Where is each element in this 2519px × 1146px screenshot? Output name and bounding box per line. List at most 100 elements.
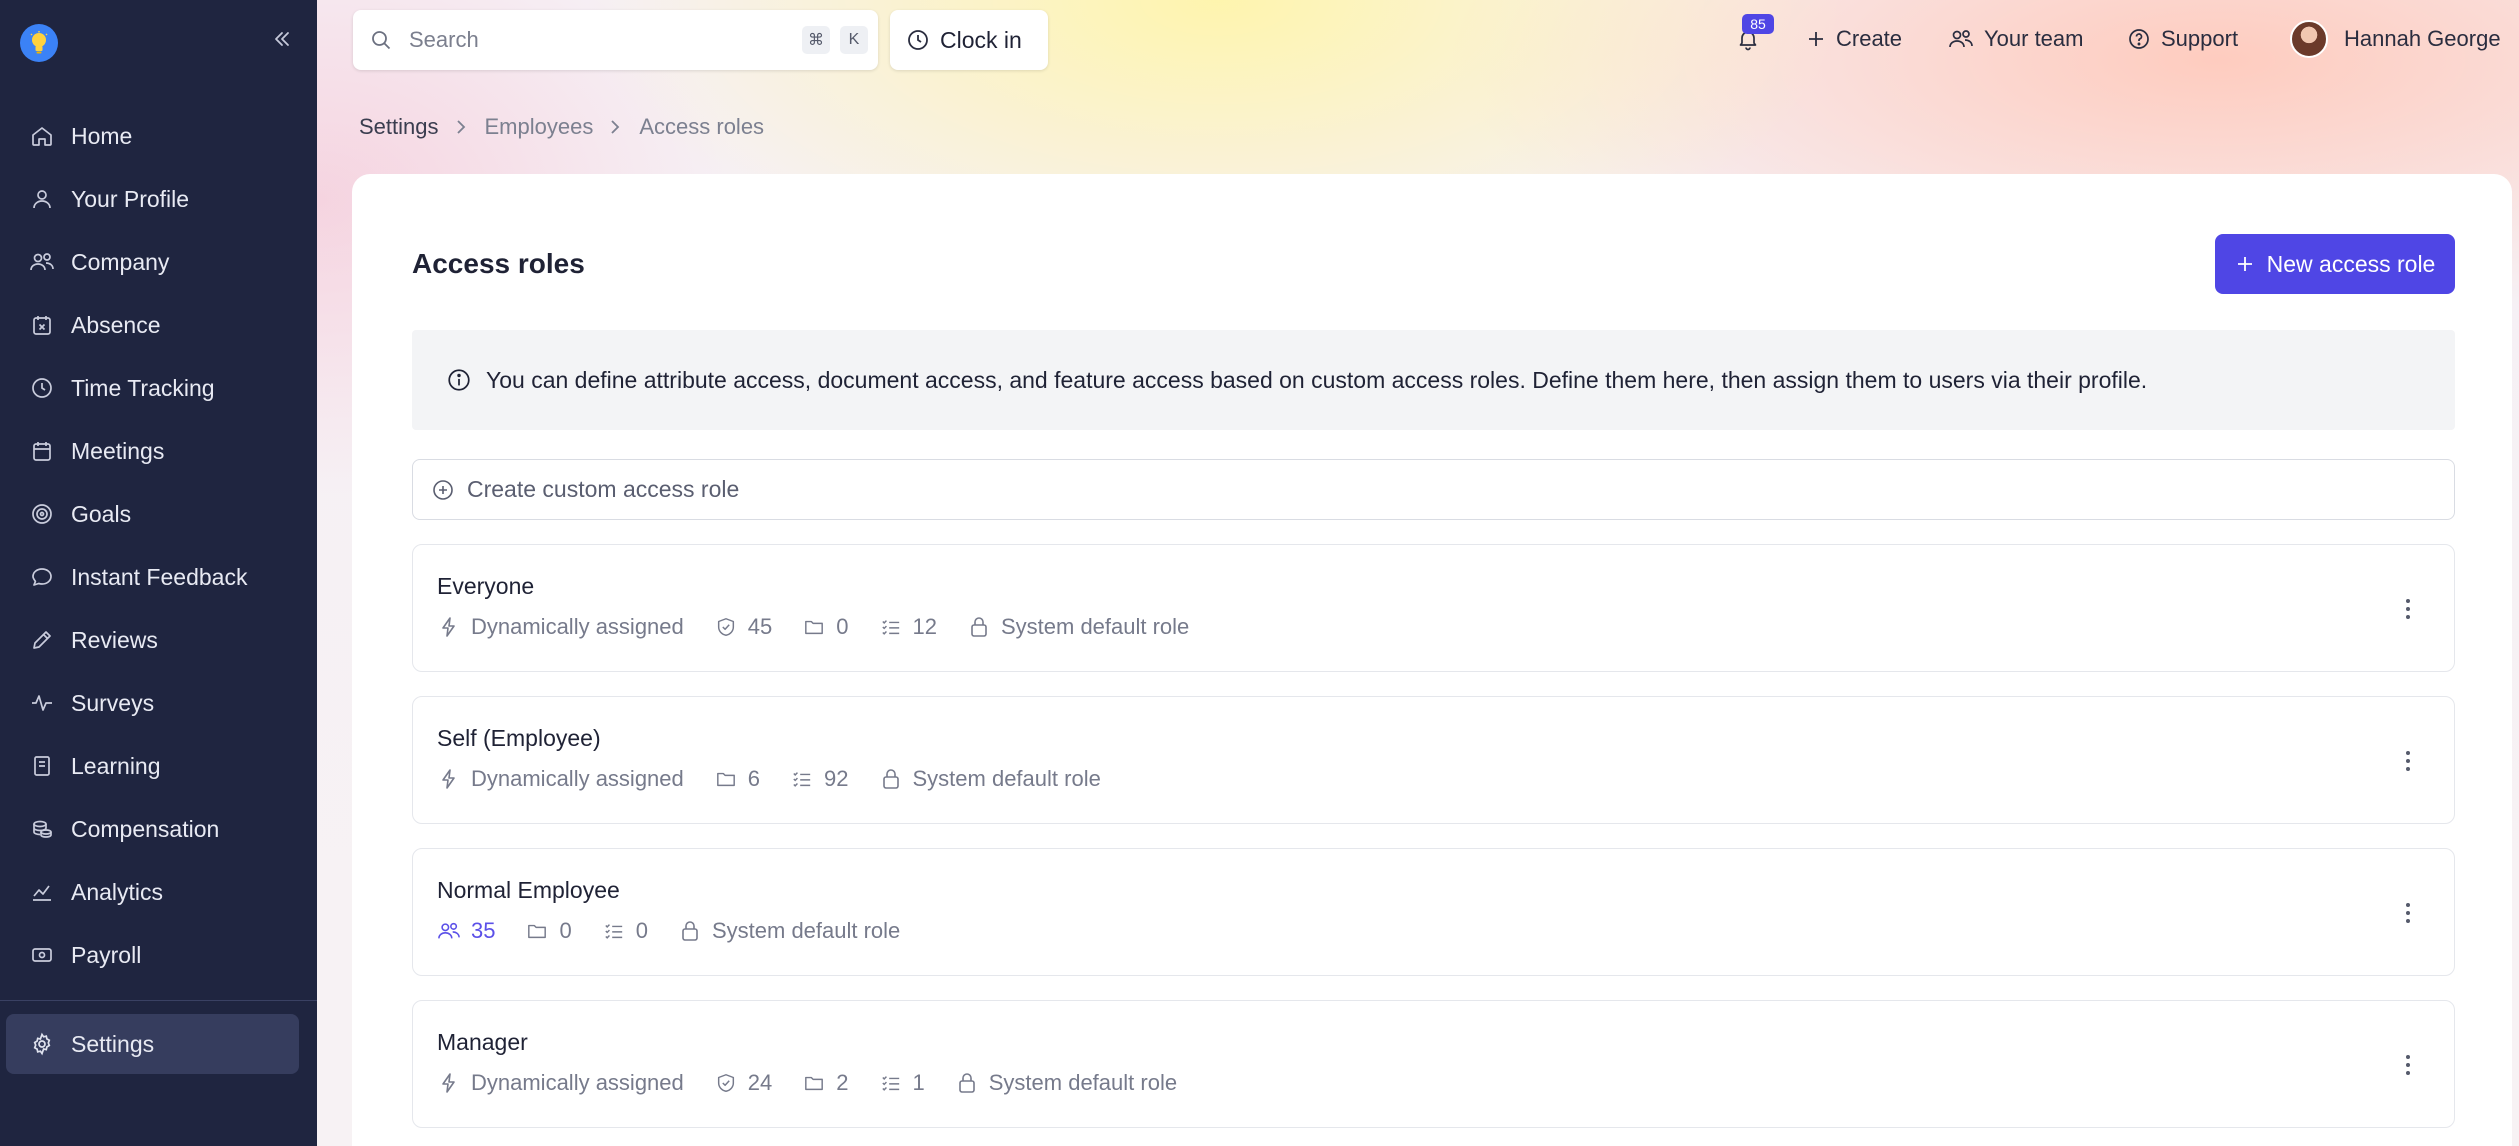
breadcrumb-employees[interactable]: Employees xyxy=(485,114,594,140)
info-icon xyxy=(446,367,472,393)
more-vertical-icon[interactable] xyxy=(2398,1045,2418,1085)
sidebar-item-learning[interactable]: Learning xyxy=(6,738,299,794)
calendar-icon xyxy=(28,437,56,465)
sidebar-item-company[interactable]: Company xyxy=(6,234,299,290)
sidebar-item-settings[interactable]: Settings xyxy=(6,1014,299,1074)
role-meta-item: Dynamically assigned xyxy=(437,614,684,640)
role-meta-item: 45 xyxy=(714,614,772,640)
role-meta-item: 6 xyxy=(714,766,760,792)
chevron-right-icon xyxy=(455,119,469,135)
role-card[interactable]: Everyone Dynamically assigned 45 0 12 Sy… xyxy=(412,544,2455,672)
sidebar-item-your-profile[interactable]: Your Profile xyxy=(6,171,299,227)
role-meta-text: 1 xyxy=(912,1070,925,1095)
sidebar-item-analytics[interactable]: Analytics xyxy=(6,864,299,920)
create-custom-access-role-label: Create custom access role xyxy=(467,476,740,502)
page-title: Access roles xyxy=(412,248,585,279)
clock-in-button[interactable]: Clock in xyxy=(890,10,1048,70)
sidebar-item-label: Time Tracking xyxy=(71,374,215,401)
lock-icon xyxy=(678,919,702,943)
sidebar-item-payroll[interactable]: Payroll xyxy=(6,927,299,983)
sidebar-item-absence[interactable]: Absence xyxy=(6,297,299,353)
role-meta-text: 0 xyxy=(635,918,648,943)
sidebar-item-meetings[interactable]: Meetings xyxy=(6,423,299,479)
folder-icon xyxy=(525,919,549,943)
calendar-x-icon xyxy=(28,311,56,339)
banknote-icon xyxy=(28,941,56,969)
sidebar-item-label: Home xyxy=(71,122,133,149)
your-team-button[interactable]: Your team xyxy=(1948,20,2083,58)
pulse-icon xyxy=(28,689,56,717)
role-meta-text: 45 xyxy=(747,614,773,639)
role-member-count-link[interactable]: 35 xyxy=(437,918,495,944)
sidebar-item-time-tracking[interactable]: Time Tracking xyxy=(6,360,299,416)
role-meta-item: Dynamically assigned xyxy=(437,1070,684,1096)
more-vertical-icon[interactable] xyxy=(2398,589,2418,629)
role-meta-item: System default role xyxy=(955,1070,1177,1096)
clock-in-label: Clock in xyxy=(940,26,1022,53)
users-icon xyxy=(28,248,56,276)
sidebar-item-goals[interactable]: Goals xyxy=(6,486,299,542)
more-vertical-icon[interactable] xyxy=(2398,893,2418,933)
plus-icon xyxy=(2235,254,2255,274)
role-card[interactable]: Normal Employee 35 0 0 System default ro… xyxy=(412,848,2455,976)
user-menu[interactable]: Hannah George xyxy=(2290,19,2501,59)
chevron-right-icon xyxy=(609,119,623,135)
role-meta-text: 6 xyxy=(747,766,761,791)
role-name: Self (Employee) xyxy=(437,725,601,751)
search-placeholder: Search xyxy=(409,27,479,52)
checklist-icon xyxy=(790,767,814,791)
shield-check-icon xyxy=(714,1071,738,1095)
bolt-icon xyxy=(437,1071,461,1095)
search-input[interactable]: Search ⌘ K xyxy=(353,10,878,70)
role-meta-item: 12 xyxy=(879,614,937,640)
role-meta-item: System default role xyxy=(967,614,1189,640)
sidebar-item-label: Analytics xyxy=(71,878,164,905)
sidebar-item-label: Instant Feedback xyxy=(71,563,248,590)
user-name: Hannah George xyxy=(2344,26,2501,51)
more-vertical-icon[interactable] xyxy=(2398,741,2418,781)
role-meta-text: 24 xyxy=(747,1070,773,1095)
sidebar-item-label: Absence xyxy=(71,311,161,338)
sidebar-item-label: Learning xyxy=(71,752,161,779)
role-meta-item: 24 xyxy=(714,1070,772,1096)
folder-icon xyxy=(714,767,738,791)
role-meta-item: System default role xyxy=(678,918,900,944)
sidebar-item-label: Payroll xyxy=(71,941,142,968)
new-access-role-button[interactable]: New access role xyxy=(2215,234,2455,294)
create-button[interactable]: Create xyxy=(1806,20,1902,58)
home-icon xyxy=(28,122,56,150)
coins-icon xyxy=(28,815,56,843)
sidebar-item-compensation[interactable]: Compensation xyxy=(6,801,299,857)
role-meta-text: System default role xyxy=(988,1070,1178,1095)
sidebar-item-home[interactable]: Home xyxy=(6,108,299,164)
create-custom-access-role-button[interactable]: Create custom access role xyxy=(412,459,2455,520)
shortcut-key-k: K xyxy=(840,26,868,54)
sidebar-item-label: Goals xyxy=(71,500,132,527)
sidebar-item-surveys[interactable]: Surveys xyxy=(6,675,299,731)
lock-icon xyxy=(967,615,991,639)
sidebar-item-instant-feedback[interactable]: Instant Feedback xyxy=(6,549,299,605)
target-icon xyxy=(28,500,56,528)
users-icon xyxy=(1948,27,1974,51)
your-team-label: Your team xyxy=(1984,26,2084,51)
notifications-badge: 85 xyxy=(1742,14,1774,34)
role-meta-text: Dynamically assigned xyxy=(471,766,684,791)
breadcrumb-settings[interactable]: Settings xyxy=(359,114,439,140)
sidebar-item-reviews[interactable]: Reviews xyxy=(6,612,299,668)
clock-icon xyxy=(28,374,56,402)
role-card[interactable]: Self (Employee) Dynamically assigned 6 9… xyxy=(412,696,2455,824)
role-meta-item: 2 xyxy=(802,1070,849,1096)
lightbulb-icon[interactable] xyxy=(20,24,58,62)
role-name: Everyone xyxy=(437,573,535,599)
role-meta-item: 0 xyxy=(525,918,572,944)
role-meta-item: 0 xyxy=(602,918,648,944)
chevrons-left-icon[interactable] xyxy=(268,24,296,54)
folder-icon xyxy=(802,1071,826,1095)
plus-icon xyxy=(1806,29,1826,49)
breadcrumb: Settings Employees Access roles xyxy=(359,112,764,142)
plus-circle-icon xyxy=(431,478,455,502)
role-card[interactable]: Manager Dynamically assigned 24 2 1 Syst… xyxy=(412,1000,2455,1128)
gear-icon xyxy=(28,1030,56,1058)
support-button[interactable]: Support xyxy=(2127,20,2238,58)
message-icon xyxy=(28,563,56,591)
